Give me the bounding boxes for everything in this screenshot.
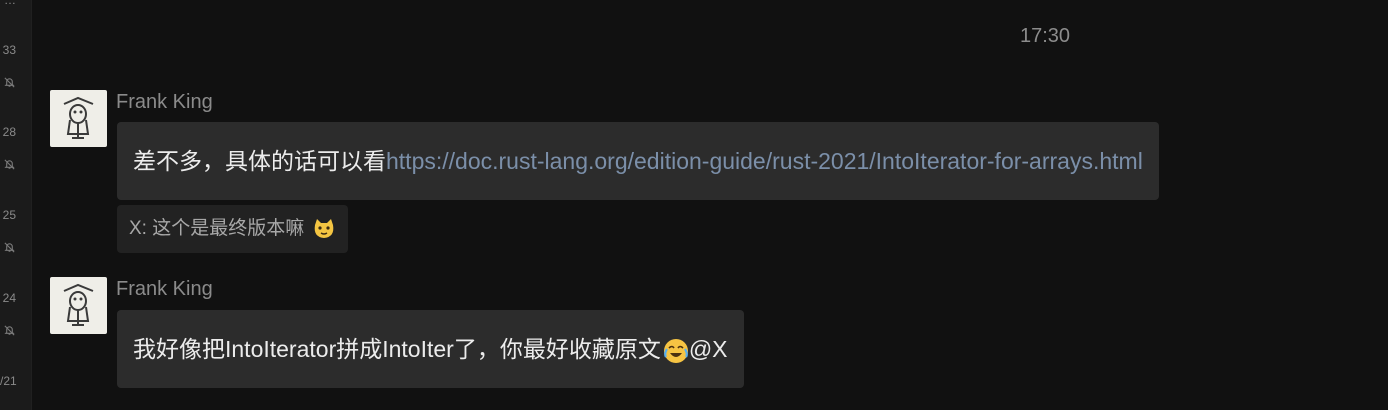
message-text: 我好像把IntoIterator拼成IntoIter了，你最好收藏原文 — [133, 336, 661, 362]
avatar[interactable] — [50, 90, 107, 147]
quote-text: X: 这个是最终版本嘛 — [129, 218, 305, 239]
muted-bell-icon — [4, 159, 15, 170]
conversation-count-4: 24 — [2, 291, 16, 305]
conversation-count-1: 33 — [2, 43, 16, 57]
sender-name[interactable]: Frank King — [116, 278, 213, 301]
avatar[interactable] — [50, 277, 107, 334]
conversation-list-strip: … 33 28 25 24 /21 — [0, 0, 32, 410]
mention[interactable]: @X — [689, 336, 728, 362]
message-text: 差不多，具体的话可以看 — [133, 148, 386, 174]
cat-face-emoji-icon — [314, 218, 333, 238]
muted-bell-icon — [4, 242, 15, 253]
laughing-crying-emoji-icon — [663, 338, 688, 363]
message-bubble[interactable]: 差不多，具体的话可以看https://doc.rust-lang.org/edi… — [117, 122, 1159, 200]
conversation-count-3: 25 — [2, 208, 16, 222]
message-bubble[interactable]: 我好像把IntoIterator拼成IntoIter了，你最好收藏原文 @X — [117, 310, 744, 388]
avatar-sketch-icon — [63, 283, 94, 326]
quoted-message[interactable]: X: 这个是最终版本嘛 — [117, 205, 348, 253]
message-timestamp: 17:30 — [1020, 25, 1071, 47]
conversation-count-2: 28 — [2, 125, 16, 139]
avatar-sketch-icon — [63, 96, 94, 139]
message-link[interactable]: https://doc.rust-lang.org/edition-guide/… — [386, 148, 1143, 174]
sender-name[interactable]: Frank King — [116, 91, 213, 114]
conversation-count-5: /21 — [0, 374, 17, 388]
muted-bell-icon — [4, 325, 15, 336]
muted-bell-icon — [4, 77, 15, 88]
conversation-count-0: … — [4, 0, 16, 7]
